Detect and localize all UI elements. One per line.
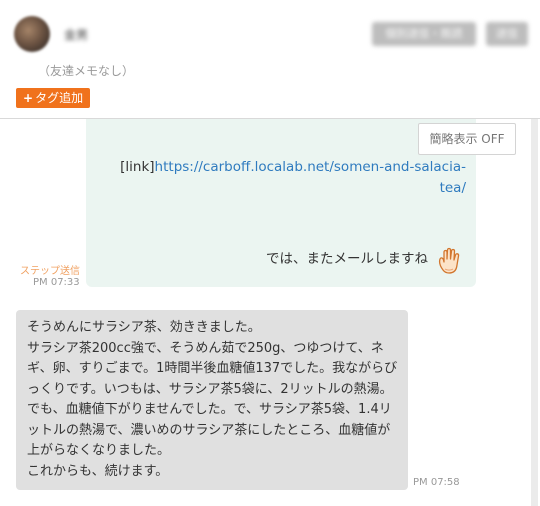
link-url[interactable]: https://carboff.localab.net/somen-and-sa… — [155, 159, 466, 196]
avatar[interactable] — [14, 16, 50, 52]
chat-area: [link]https://carboff.localab.net/somen-… — [0, 119, 540, 506]
compact-view-toggle[interactable]: 簡略表示 OFF — [418, 123, 516, 155]
add-tag-label: タグ追加 — [35, 91, 84, 105]
header-action-button-2[interactable]: 送信 — [486, 22, 528, 46]
incoming-message: そうめんにサラシア茶、効ききました。 サラシア茶200cc強で、そうめん茹で25… — [16, 310, 408, 490]
chat-header: 金男 個別送信・既読 送信 （友達メモなし） + タグ追加 — [0, 0, 540, 119]
message-line: そうめんにサラシア茶、効ききました。 — [27, 320, 261, 335]
outgoing-timestamp: PM 07:33 — [33, 277, 80, 288]
step-send-label: ステップ送信 — [20, 266, 80, 277]
username: 金男 — [64, 28, 89, 42]
message-line: サラシア茶200cc強で、そうめん茹で250g、つゆつけて、ネギ、卵、すりごまで… — [27, 340, 398, 459]
plus-icon: + — [23, 91, 34, 105]
add-tag-button[interactable]: + タグ追加 — [16, 88, 91, 108]
message-line: これからも、続けます。 — [27, 463, 169, 479]
link-text: [link]https://carboff.localab.net/somen-… — [100, 157, 466, 199]
closing-text: では、またメールしますね — [266, 251, 428, 267]
link-prefix: [link] — [120, 159, 155, 175]
raised-hand-icon — [438, 247, 460, 274]
friend-memo: （友達メモなし） — [38, 64, 135, 78]
header-action-button-1[interactable]: 個別送信・既読 — [372, 22, 476, 46]
scrollbar[interactable] — [531, 119, 538, 506]
incoming-timestamp: PM 07:58 — [413, 477, 460, 488]
